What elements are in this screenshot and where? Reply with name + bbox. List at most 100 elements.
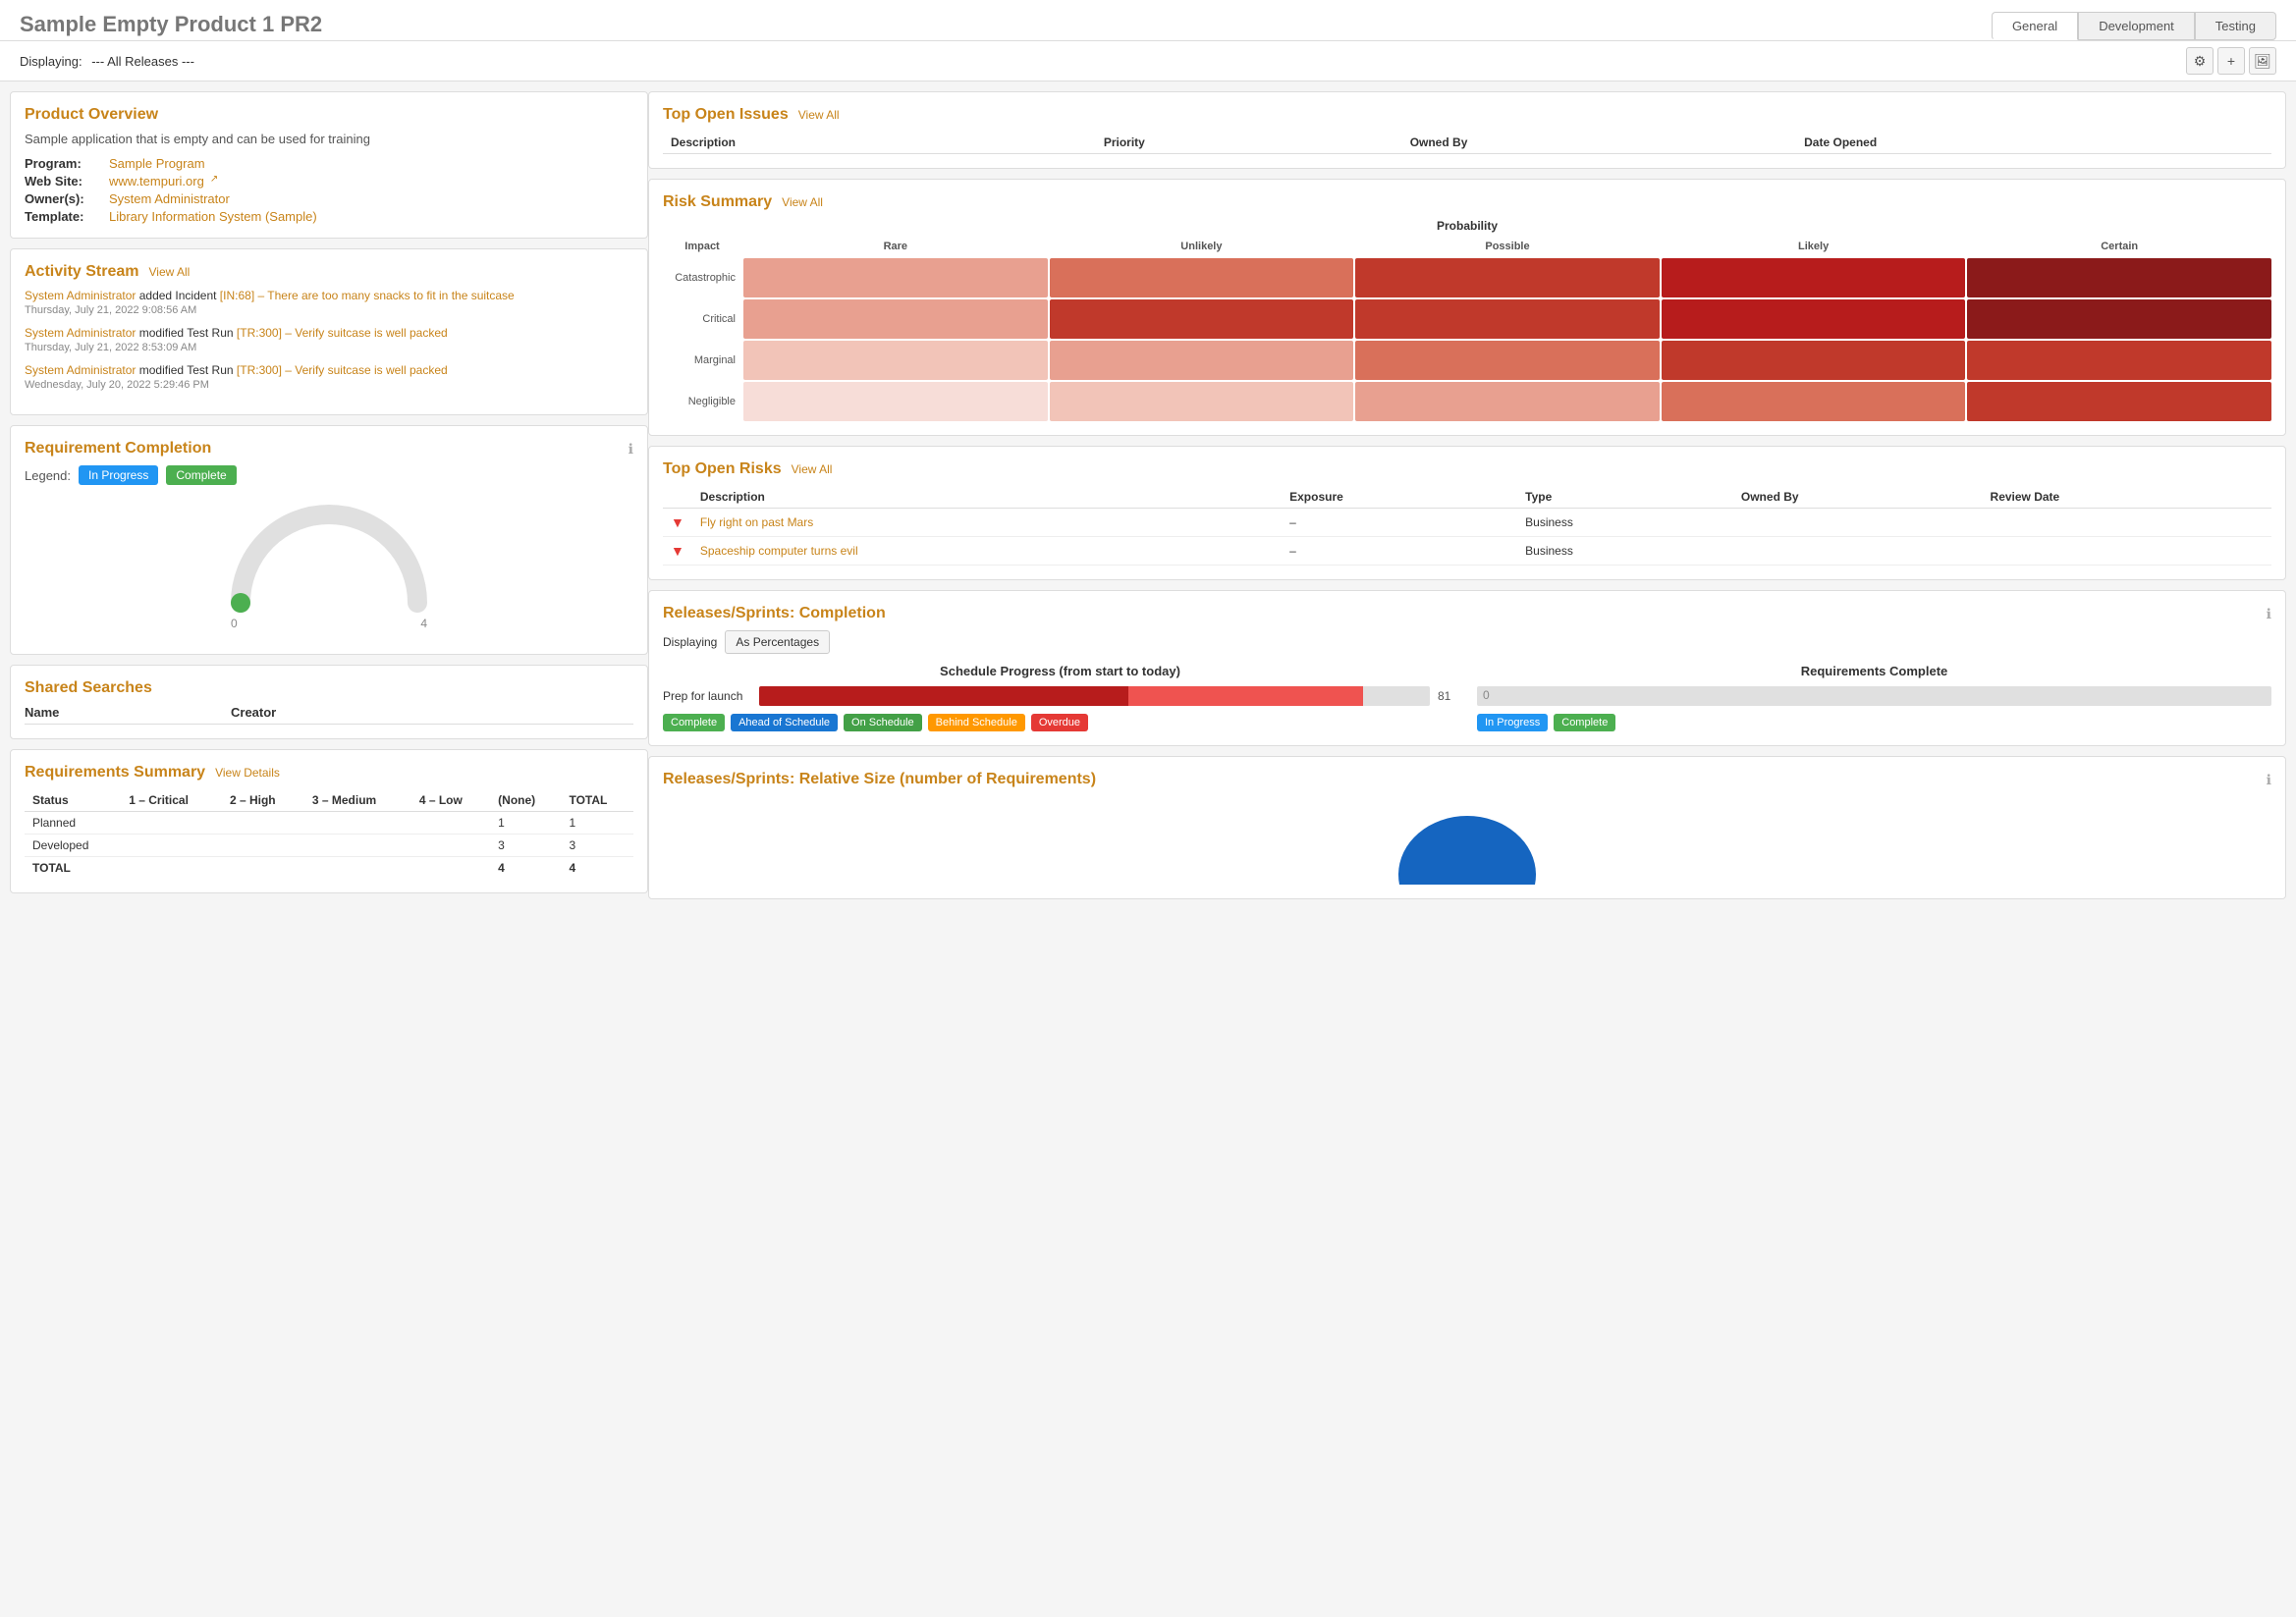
shared-searches-title: Shared Searches [25,679,633,697]
activity-user-1[interactable]: System Administrator [25,289,136,302]
risk-cell-cat-rare [743,258,1048,297]
rel-size-info-icon[interactable]: ℹ [2267,772,2271,788]
activity-line-1: System Administrator added Incident [IN:… [25,289,633,302]
top-bar: Sample Empty Product 1 PR2 General Devel… [0,0,2296,41]
col-medium: 3 – Medium [304,789,411,812]
product-fields: Program: Sample Program Web Site: www.te… [25,156,633,224]
sub-bar: Displaying: --- All Releases --- ⚙ + 🖼 [0,41,2296,81]
tab-general[interactable]: General [1992,12,2078,40]
field-owners: Owner(s): System Administrator [25,191,633,206]
schedule-bar-dark-1 [759,686,1128,706]
risk-cell-crit-rare [743,299,1048,339]
gauge-min-label: 0 [231,617,238,630]
requirements-summary-card: Requirements Summary View Details Status… [10,749,648,893]
schedule-legend-badges: Complete Ahead of Schedule On Schedule B… [663,714,1457,731]
risk-cell-neg-certain [1967,382,2271,421]
risk-cell-neg-possible [1355,382,1660,421]
product-title: Product Overview [25,106,633,124]
gauge-container: 0 4 [25,495,633,640]
tab-testing[interactable]: Testing [2195,12,2276,40]
field-label-template: Template: [25,209,103,224]
risk-cell-crit-certain [1967,299,2271,339]
activity-line-3: System Administrator modified Test Run [… [25,363,633,377]
risk-matrix-container: Probability Impact Rare Unlikely Possibl… [663,219,2271,421]
releases-size-card: Releases/Sprints: Relative Size (number … [648,756,2286,899]
image-icon-btn[interactable]: 🖼 [2249,47,2276,75]
gauge-labels: 0 4 [231,617,427,630]
badge-in-progress-req: In Progress [1477,714,1548,731]
gauge-svg [231,505,427,613]
col-none: (None) [490,789,561,812]
activity-link-1[interactable]: [IN:68] – There are too many snacks to f… [220,289,515,302]
activity-stream-card: Activity Stream View All System Administ… [10,248,648,415]
risk-cell-marg-rare [743,341,1048,380]
req-val-text: 0 [1483,688,1490,702]
field-label-website: Web Site: [25,174,103,189]
risk-cell-neg-unlikely [1050,382,1354,421]
issues-view-all-link[interactable]: View All [798,108,840,122]
field-label-owners: Owner(s): [25,191,103,206]
field-value-owners[interactable]: System Administrator [109,191,230,206]
risk-indicator-1: ▼ [663,509,692,537]
risk-title-row: Risk Summary View All [663,193,2271,211]
risk-view-all-link[interactable]: View All [782,195,823,209]
col-low: 4 – Low [411,789,490,812]
risk-col-unlikely: Unlikely [1050,237,1354,256]
risk-col-possible: Possible [1355,237,1660,256]
req-summary-table: Status 1 – Critical 2 – High 3 – Medium … [25,789,633,879]
completion-display-row: Displaying As Percentages [663,630,2271,654]
issues-title: Top Open Issues [663,106,789,124]
activity-link-2[interactable]: [TR:300] – Verify suitcase is well packe… [237,326,448,340]
risk-cell-cat-possible [1355,258,1660,297]
activity-item-1: System Administrator added Incident [IN:… [25,289,633,316]
col-high: 2 – High [222,789,304,812]
rel-completion-info-icon[interactable]: ℹ [2267,606,2271,622]
risk-cell-marg-possible [1355,341,1660,380]
field-value-program[interactable]: Sample Program [109,156,205,171]
req-complete-col: Requirements Complete 0 In Progress Comp… [1477,664,2271,731]
issues-col-date: Date Opened [1796,132,2271,154]
as-percentages-btn[interactable]: As Percentages [725,630,830,654]
settings-icon-btn[interactable]: ⚙ [2186,47,2214,75]
activity-time-2: Thursday, July 21, 2022 8:53:09 AM [25,342,633,353]
badge-ahead-sch: Ahead of Schedule [731,714,838,731]
risks-col-type: Type [1517,486,1733,509]
activity-user-2[interactable]: System Administrator [25,326,136,340]
field-value-website[interactable]: www.tempuri.org [109,174,204,189]
activity-user-3[interactable]: System Administrator [25,363,136,377]
risk-desc-2: Spaceship computer turns evil [692,537,1282,566]
req-completion-title: Requirement Completion [25,440,211,458]
risk-row-critical: Critical [663,299,741,339]
issues-col-priority: Priority [1096,132,1402,154]
req-legend-badges: In Progress Complete [1477,714,2271,731]
risk-indicator-2: ▼ [663,537,692,566]
tab-development[interactable]: Development [2078,12,2195,40]
in-progress-badge: In Progress [79,465,158,485]
activity-view-all-link[interactable]: View All [149,265,191,279]
risk-cell-crit-unlikely [1050,299,1354,339]
badge-behind-schedule: Behind Schedule [928,714,1025,731]
schedule-col-title: Schedule Progress (from start to today) [663,664,1457,678]
risk-summary-card: Risk Summary View All Probability Impact… [648,179,2286,436]
risks-col-desc: Description [692,486,1282,509]
shared-searches-card: Shared Searches Name Creator [10,665,648,739]
rel-size-title: Releases/Sprints: Relative Size (number … [663,771,1096,788]
issues-title-row: Top Open Issues View All [663,106,2271,124]
activity-link-3[interactable]: [TR:300] – Verify suitcase is well packe… [237,363,448,377]
add-icon-btn[interactable]: + [2217,47,2245,75]
risk-cell-cat-unlikely [1050,258,1354,297]
risk-grid: Impact Rare Unlikely Possible Likely Cer… [663,237,2271,421]
schedule-bar-container-1 [759,686,1430,706]
field-website: Web Site: www.tempuri.org ↗ [25,174,633,189]
top-open-issues-card: Top Open Issues View All Description Pri… [648,91,2286,169]
table-row: Planned 1 1 [25,812,633,835]
view-details-link[interactable]: View Details [215,766,280,780]
icon-bar: ⚙ + 🖼 [2186,47,2276,75]
risk-row-marginal: Marginal [663,341,741,380]
top-open-risks-card: Top Open Risks View All Description Expo… [648,446,2286,580]
field-value-template[interactable]: Library Information System (Sample) [109,209,317,224]
risks-view-all-link[interactable]: View All [792,462,833,476]
displaying-value: --- All Releases --- [91,54,194,69]
req-completion-info-icon[interactable]: ℹ [629,441,633,458]
gauge-max-label: 4 [420,617,427,630]
